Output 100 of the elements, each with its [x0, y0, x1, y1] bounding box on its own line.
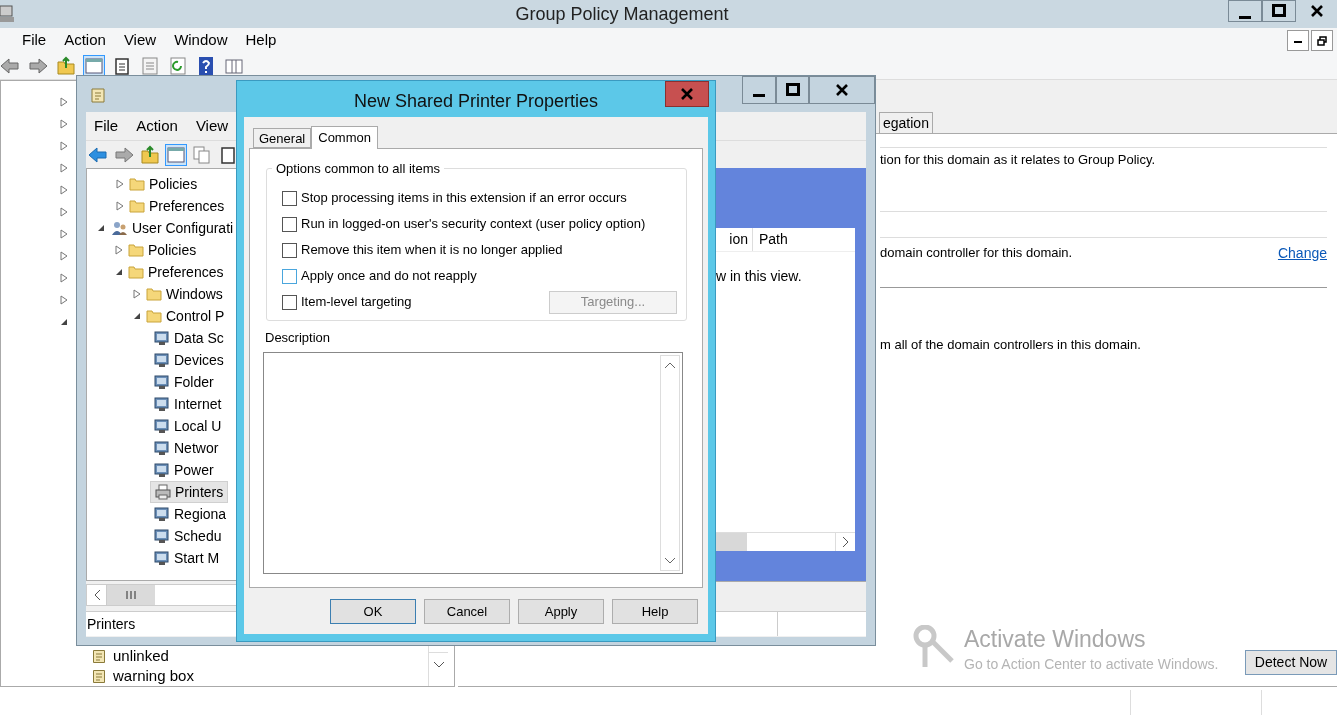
expand-arrow-icon[interactable]	[59, 141, 69, 151]
menu-item[interactable]: View	[123, 29, 157, 52]
tree-item[interactable]: Networ	[150, 437, 223, 459]
forward-arrow-icon[interactable]	[114, 144, 134, 165]
tree-item[interactable]: Regiona	[150, 503, 231, 525]
collapse-arrow-icon[interactable]	[96, 223, 106, 233]
tree-item[interactable]: Windows	[166, 283, 223, 305]
tree-item[interactable]: Preferences	[148, 195, 225, 217]
minimize-icon	[753, 94, 765, 97]
tree-item[interactable]: Internet	[150, 393, 226, 415]
minimize-button[interactable]	[1228, 0, 1262, 22]
checkbox[interactable]	[282, 268, 297, 284]
detect-now-button[interactable]: Detect Now	[1245, 650, 1337, 675]
watermark-text: Go to Action Center to activate Windows.	[964, 655, 1219, 674]
expand-arrow-icon[interactable]	[59, 207, 69, 217]
scroll-down-icon	[664, 557, 676, 565]
expand-arrow-icon[interactable]	[59, 273, 69, 283]
tree-item[interactable]: Start M	[150, 547, 224, 569]
tree-item[interactable]: Power	[150, 459, 218, 481]
maximize-button[interactable]	[776, 76, 809, 104]
tree-item[interactable]: Control P	[166, 305, 225, 327]
expand-arrow-icon[interactable]	[114, 179, 125, 189]
expand-arrow-icon[interactable]	[59, 185, 69, 195]
tree-item[interactable]: User Configurati	[132, 217, 234, 239]
tab[interactable]: Common	[311, 126, 378, 149]
minimize-icon	[1294, 38, 1302, 46]
folder-icon	[128, 177, 145, 191]
collapse-arrow-icon[interactable]	[59, 317, 69, 327]
menu-item[interactable]: View	[195, 114, 229, 138]
checkbox[interactable]	[282, 242, 297, 258]
folder-up-icon[interactable]	[56, 56, 76, 76]
panel-toggle-icon[interactable]	[166, 144, 186, 165]
expand-arrow-icon[interactable]	[59, 295, 69, 305]
expand-arrow-icon[interactable]	[59, 163, 69, 173]
scroll-left-icon	[92, 589, 101, 601]
scroll-icon	[89, 87, 107, 105]
collapse-arrow-icon[interactable]	[114, 267, 124, 277]
panel-toggle-icon[interactable]	[84, 56, 104, 76]
dialog-button[interactable]: OK	[330, 599, 416, 624]
column-header[interactable]: Path	[753, 228, 855, 251]
expand-arrow-icon[interactable]	[132, 289, 142, 299]
back-arrow-icon[interactable]	[0, 56, 20, 76]
expand-arrow-icon[interactable]	[59, 97, 69, 107]
expand-arrow-icon[interactable]	[114, 201, 125, 211]
settings-item-icon	[154, 528, 170, 544]
folder-icon	[128, 243, 144, 257]
close-icon	[1309, 4, 1324, 18]
menu-item[interactable]: File	[22, 29, 47, 52]
back-arrow-icon[interactable]	[88, 144, 108, 165]
tree-item[interactable]: Data Sc	[150, 327, 228, 349]
folder-icon	[146, 287, 162, 301]
tab[interactable]: General	[253, 128, 312, 148]
collapse-arrow-icon[interactable]	[132, 311, 142, 321]
menu-item[interactable]: File	[94, 114, 119, 138]
description-field[interactable]	[263, 352, 683, 574]
clipboard-icon[interactable]	[112, 56, 132, 76]
expand-arrow-icon[interactable]	[59, 229, 69, 239]
expand-arrow-icon[interactable]	[59, 251, 69, 261]
dialog-button[interactable]: Apply	[518, 599, 604, 624]
forward-arrow-icon[interactable]	[28, 56, 48, 76]
close-button[interactable]	[809, 76, 875, 104]
tree-item[interactable]: Folder	[150, 371, 218, 393]
tree-item[interactable]: Preferences	[148, 261, 224, 283]
checkbox[interactable]	[282, 294, 297, 310]
checkbox[interactable]	[282, 216, 297, 232]
checkbox[interactable]	[282, 190, 297, 206]
printer-icon	[155, 484, 171, 500]
restore-button[interactable]	[1311, 30, 1333, 51]
maximize-button[interactable]	[1262, 0, 1296, 22]
menu-item[interactable]: Action	[64, 29, 106, 52]
minimize-button[interactable]	[1287, 30, 1309, 51]
properties-icon[interactable]	[140, 56, 160, 76]
tree-item[interactable]: Local U	[150, 415, 226, 437]
description-text: tion for this domain as it relates to Group Policy.	[880, 151, 1156, 170]
clipboard-icon[interactable]	[218, 144, 238, 165]
tree-item[interactable]: Policies	[148, 239, 197, 261]
menu-item[interactable]: Action	[136, 114, 178, 138]
dialog-button[interactable]: Cancel	[424, 599, 510, 624]
expand-arrow-icon[interactable]	[114, 245, 124, 255]
tab[interactable]: egation	[879, 112, 933, 133]
help-icon[interactable]	[196, 56, 216, 76]
scroll-down-icon	[432, 660, 445, 669]
minimize-button[interactable]	[742, 76, 776, 104]
tree-item[interactable]: Schedu	[150, 525, 226, 547]
horizontal-scrollbar[interactable]	[716, 532, 855, 551]
dialog-button[interactable]: Help	[612, 599, 698, 624]
scroll-right-icon	[841, 536, 850, 548]
expand-arrow-icon[interactable]	[59, 119, 69, 129]
tree-item[interactable]: Devices	[150, 349, 228, 371]
tree-item[interactable]: Policies	[148, 173, 198, 195]
panel-view-icon[interactable]	[224, 56, 244, 76]
change-link[interactable]: Change	[1277, 242, 1327, 264]
tree-item[interactable]: Printers	[150, 481, 229, 503]
key-icon	[912, 625, 956, 669]
folder-up-icon[interactable]	[140, 144, 160, 165]
menu-item[interactable]: Window	[174, 29, 228, 52]
refresh-icon[interactable]	[168, 56, 188, 76]
close-icon	[835, 83, 849, 97]
copy-icon[interactable]	[192, 144, 212, 165]
menu-item[interactable]: Help	[245, 29, 277, 52]
